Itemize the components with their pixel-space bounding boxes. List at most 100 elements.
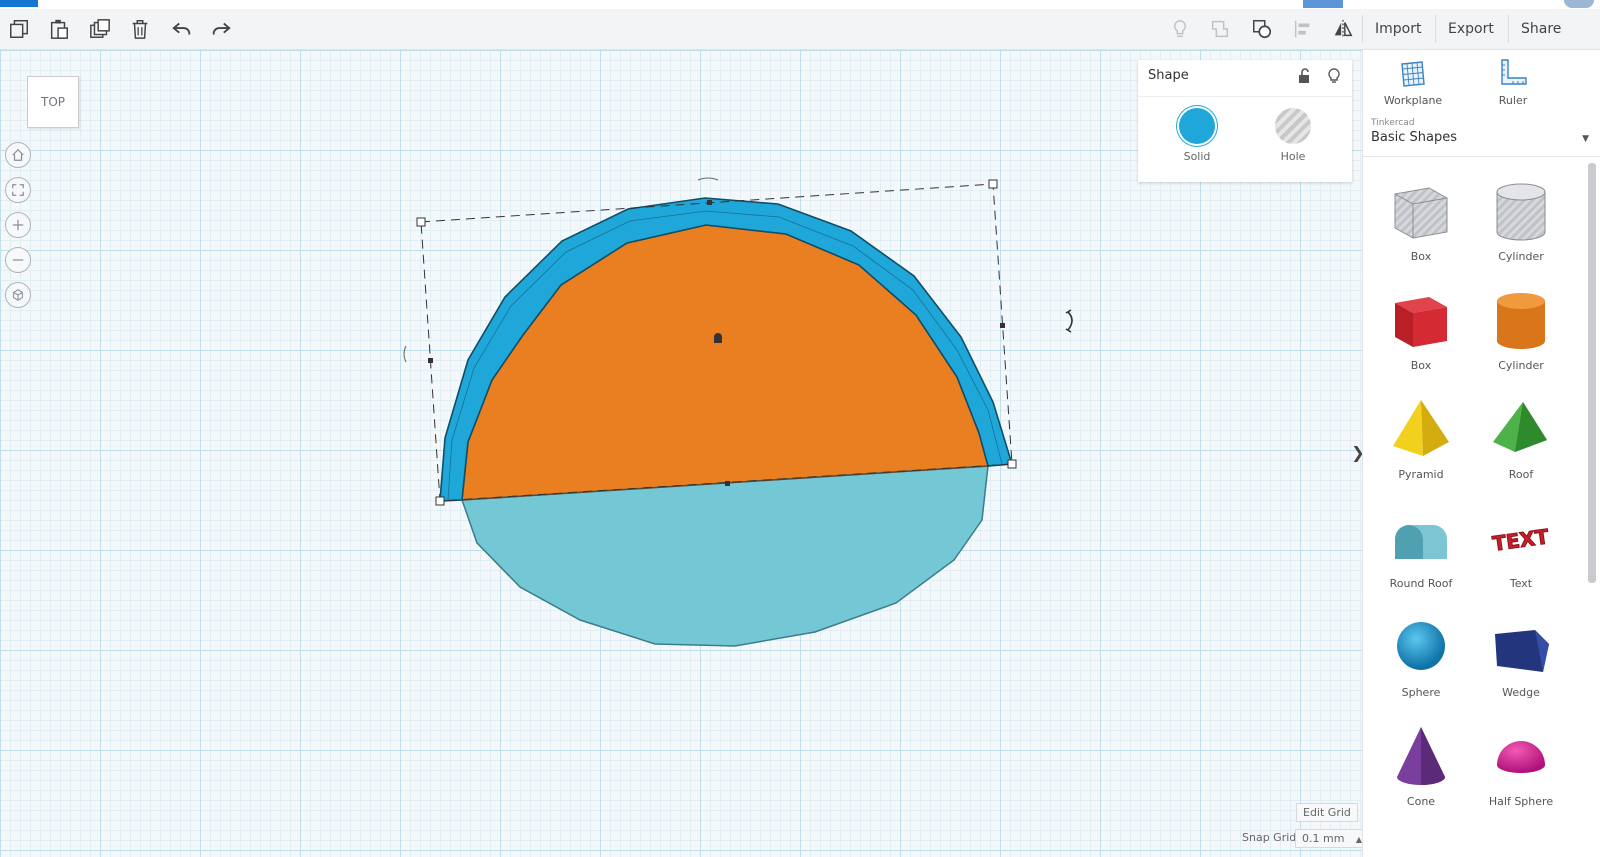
library-name: Basic Shapes: [1371, 130, 1458, 145]
side-rotate-handle[interactable]: [403, 345, 407, 363]
edit-grid-button[interactable]: Edit Grid: [1296, 803, 1358, 822]
hole-option[interactable]: Hole: [1258, 108, 1328, 163]
svg-text:TEXT: TEXT: [1491, 524, 1551, 556]
cylinder-hole-icon: [1496, 183, 1546, 241]
shape-label: Cylinder: [1498, 250, 1544, 263]
panel-divider: [1138, 96, 1352, 97]
avatar[interactable]: [1564, 0, 1594, 8]
tinkercad-logo[interactable]: [0, 0, 38, 7]
solid-option[interactable]: Solid: [1162, 108, 1232, 163]
shape-item[interactable]: Box: [1371, 176, 1471, 263]
delete-button[interactable]: [126, 15, 154, 43]
corner-handle[interactable]: [988, 179, 998, 189]
shape-label: Box: [1410, 250, 1432, 263]
shape-item[interactable]: Cone: [1371, 721, 1471, 808]
main-toolbar: Import Export Share: [0, 9, 1600, 50]
ruler-label: Ruler: [1498, 94, 1528, 107]
hole-label: Hole: [1280, 150, 1306, 163]
corner-handle[interactable]: [416, 217, 426, 227]
library-divider: [1363, 156, 1600, 157]
shape-label: Half Sphere: [1488, 795, 1554, 808]
sidebar-scrollbar[interactable]: [1588, 163, 1596, 583]
panel-title: Shape: [1148, 68, 1189, 83]
mirror-button[interactable]: [1329, 15, 1357, 43]
solid-label: Solid: [1183, 150, 1211, 163]
shape-item[interactable]: Sphere: [1371, 612, 1471, 699]
snap-grid-select[interactable]: 0.1 mm ▲: [1295, 829, 1370, 848]
sphere-icon: [1397, 622, 1445, 670]
duplicate-button[interactable]: [86, 15, 114, 43]
export-button[interactable]: Export: [1435, 15, 1506, 43]
shape-item[interactable]: Pyramid: [1371, 394, 1471, 481]
edge-handle[interactable]: [1000, 323, 1005, 328]
shape-item[interactable]: Roof: [1471, 394, 1571, 481]
rotate-handle[interactable]: [1067, 311, 1073, 331]
solid-swatch: [1179, 108, 1215, 144]
workplane-tool[interactable]: Workplane: [1363, 56, 1463, 107]
height-handle[interactable]: [714, 333, 722, 343]
group-button[interactable]: [1206, 15, 1234, 43]
pyramid-icon: [1393, 400, 1449, 456]
top-rotate-handle[interactable]: [697, 177, 719, 181]
shape-item[interactable]: Half Sphere: [1471, 721, 1571, 808]
box-hole-icon: [1394, 187, 1448, 239]
wedge-icon: [1495, 630, 1549, 672]
ungroup-button[interactable]: [1248, 15, 1276, 43]
ungroup-icon: [1253, 20, 1272, 39]
shape-label: Cylinder: [1498, 359, 1544, 372]
half-sphere-icon: [1497, 741, 1545, 773]
corner-handle[interactable]: [435, 496, 445, 506]
shape-item[interactable]: Cylinder: [1471, 176, 1571, 263]
library-select[interactable]: Basic Shapes ▼: [1371, 130, 1589, 145]
show-all-button[interactable]: [1166, 15, 1194, 43]
edge-handle[interactable]: [428, 358, 433, 363]
shape-label: Cone: [1406, 795, 1436, 808]
box-icon: [1395, 297, 1447, 347]
shape-label: Roof: [1508, 468, 1534, 481]
undo-button[interactable]: [168, 15, 196, 43]
copy-icon: [10, 20, 28, 38]
shape-item[interactable]: Box: [1371, 285, 1471, 372]
trash-icon: [132, 20, 148, 39]
workplane-label: Workplane: [1383, 94, 1443, 107]
library-source: Tinkercad: [1371, 118, 1415, 128]
active-view-tab[interactable]: [1303, 0, 1343, 8]
lightbulb-icon: [1174, 20, 1186, 38]
shape-item[interactable]: Cylinder: [1471, 285, 1571, 372]
ruler-tool[interactable]: Ruler: [1463, 56, 1563, 107]
lightbulb-icon: [1328, 68, 1340, 83]
shape-inspector-panel: Shape Solid Hole: [1138, 60, 1352, 182]
edge-handle[interactable]: [707, 200, 712, 205]
edge-handle[interactable]: [725, 481, 730, 486]
align-icon: [1294, 20, 1310, 38]
corner-handle[interactable]: [1007, 459, 1017, 469]
shape-item[interactable]: Round Roof: [1371, 503, 1471, 590]
round-roof-icon: [1395, 525, 1447, 559]
redo-icon: [212, 22, 231, 35]
duplicate-icon: [90, 19, 110, 38]
import-button[interactable]: Import: [1362, 15, 1433, 43]
shape-item[interactable]: Wedge: [1471, 612, 1571, 699]
roof-icon: [1493, 402, 1547, 452]
lock-button[interactable]: [1296, 68, 1312, 84]
snap-grid-value: 0.1 mm: [1302, 832, 1345, 845]
shape-item[interactable]: TEXT Text: [1471, 503, 1571, 590]
shape-label: Box: [1410, 359, 1432, 372]
shape-label: Sphere: [1401, 686, 1441, 699]
align-button[interactable]: [1289, 15, 1317, 43]
copy-button[interactable]: [5, 15, 33, 43]
group-icon: [1211, 20, 1229, 38]
visibility-button[interactable]: [1326, 68, 1342, 84]
snap-grid-label: Snap Grid: [1242, 831, 1297, 844]
shape-label: Round Roof: [1389, 577, 1453, 590]
share-button[interactable]: Share: [1508, 15, 1573, 43]
shapes-sidebar: Workplane Ruler Tinkercad Basic Shapes ▼…: [1362, 50, 1600, 857]
shape-label: Text: [1509, 577, 1533, 590]
shape-label: Wedge: [1502, 686, 1540, 699]
paste-button[interactable]: [45, 15, 73, 43]
caret-down-icon: ▼: [1582, 134, 1589, 144]
redo-button[interactable]: [207, 15, 235, 43]
undo-icon: [172, 22, 191, 35]
shape-label: Pyramid: [1398, 468, 1444, 481]
paste-icon: [50, 19, 68, 39]
